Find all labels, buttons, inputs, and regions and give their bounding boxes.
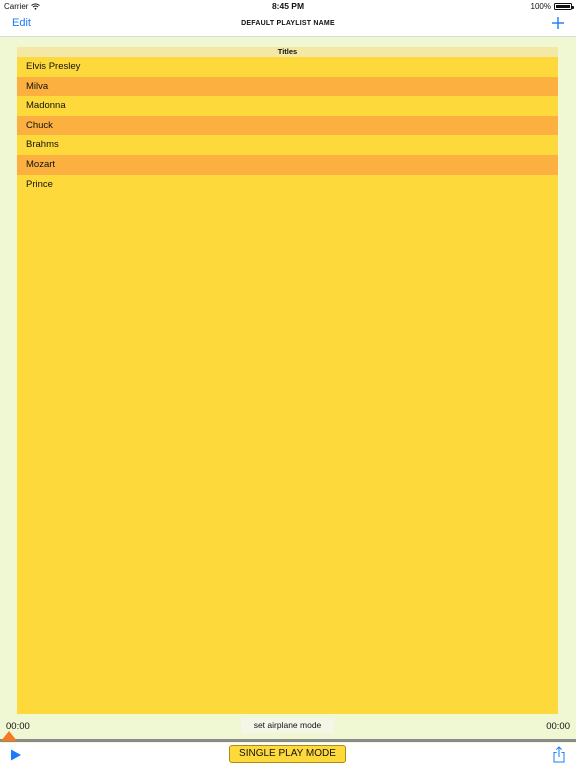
progress-thumb[interactable] — [1, 731, 17, 741]
progress-track[interactable] — [0, 739, 576, 742]
table-header: Titles — [17, 47, 558, 57]
status-time: 8:45 PM — [271, 1, 305, 11]
navigation-bar: Edit DEFAULT PLAYLIST NAME — [0, 13, 576, 37]
playlist-title: DEFAULT PLAYLIST NAME — [241, 20, 335, 27]
playlist-table: Titles Elvis Presley Milva Madonna Chuck… — [17, 47, 558, 714]
status-bar: Carrier 8:45 PM 100% — [0, 0, 576, 13]
total-time: 00:00 — [546, 721, 570, 732]
battery-icon — [554, 3, 574, 10]
plus-icon[interactable] — [550, 14, 566, 32]
table-row[interactable]: Madonna — [17, 96, 558, 116]
play-mode-button[interactable]: SINGLE PLAY MODE — [229, 745, 346, 763]
table-row[interactable]: Prince — [17, 175, 558, 195]
table-row[interactable]: Brahms — [17, 135, 558, 155]
airplane-mode-button[interactable]: set airplane mode — [241, 718, 334, 733]
battery-percent: 100% — [530, 2, 551, 11]
battery-indicator: 100% — [530, 2, 574, 11]
play-icon[interactable] — [10, 749, 22, 761]
table-row[interactable]: Milva — [17, 76, 558, 97]
table-row[interactable]: Mozart — [17, 154, 558, 175]
share-icon[interactable] — [552, 746, 566, 763]
table-row[interactable]: Chuck — [17, 115, 558, 136]
table-row[interactable]: Elvis Presley — [17, 57, 558, 77]
